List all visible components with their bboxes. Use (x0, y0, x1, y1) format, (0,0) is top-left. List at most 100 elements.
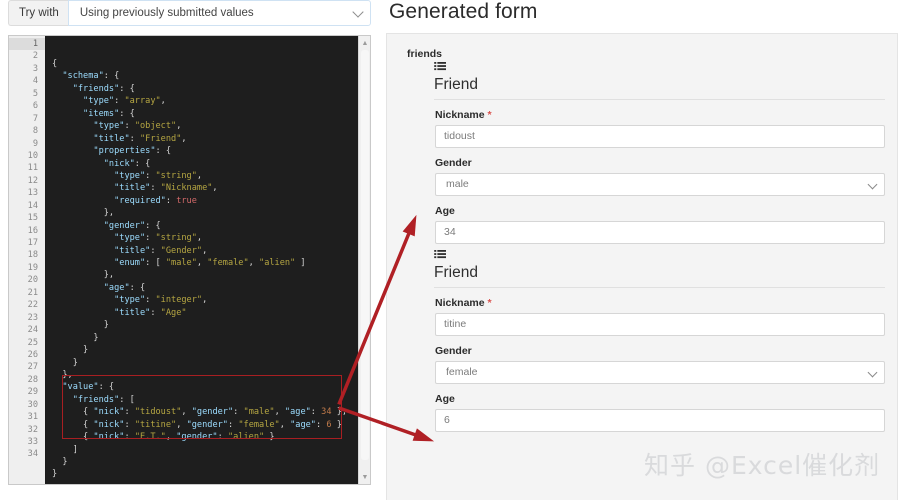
code-token: "title" (114, 307, 151, 318)
form-field: Nickname * tidoust (434, 109, 885, 148)
input-age-1[interactable]: 34 (435, 221, 885, 244)
code-token: , (212, 183, 218, 194)
code-token: "items" (83, 108, 120, 119)
select-gender-2[interactable]: female (435, 361, 885, 384)
scrollbar-thumb[interactable] (361, 50, 369, 460)
scroll-down-arrow-icon[interactable]: ▼ (359, 471, 370, 483)
gutter-line-number: 22 (27, 300, 38, 311)
gutter-line-number: 15 (27, 213, 38, 224)
form-card: friends Friend Nickname * tidoust Gender mal… (386, 33, 898, 500)
code-token: { (52, 432, 94, 443)
code-token: : (124, 419, 135, 430)
code-line: } (52, 468, 358, 480)
gutter-line-number: 30 (27, 399, 38, 410)
code-line: "enum": [ "male", "female", "alien" ] (52, 257, 358, 269)
gutter-line-number: 26 (27, 349, 38, 360)
code-token: : { (134, 158, 151, 169)
friend-item-header: Friend (434, 250, 885, 288)
code-token: } (52, 357, 78, 368)
input-nickname-1[interactable]: tidoust (435, 125, 885, 148)
field-label-age: Age (435, 205, 455, 217)
gutter-line-number: 5 (32, 88, 38, 99)
code-token: "enum" (114, 258, 146, 268)
gutter-line-number: 4 (32, 76, 38, 87)
code-line: "title": "Gender", (52, 245, 358, 257)
code-token: : (150, 245, 161, 256)
code-line: "title": "Age" (52, 307, 358, 319)
json-code-editor[interactable]: 1 2 3 4 5 6 7 8 9 10 11 12 13 14 15 16 17 18 19 20 21 22 23 24 2… (8, 35, 371, 485)
try-with-selected-value: Using previously submitted values (79, 7, 254, 19)
field-label-gender: Gender (435, 345, 472, 357)
code-token: : (165, 195, 177, 206)
form-field: Nickname * titine (434, 297, 885, 336)
code-token: "type" (114, 295, 146, 306)
code-token: : (310, 407, 322, 418)
code-token: "gender" (186, 419, 228, 430)
form-field: Gender female (434, 345, 885, 384)
code-token: "gender" (103, 220, 146, 231)
code-token: "alien" (259, 258, 296, 268)
code-line: "type": "string", (52, 170, 358, 182)
gutter-line-number: 34 (27, 449, 38, 460)
watermark: 知乎 @Excel催化剂 (644, 451, 881, 480)
code-token: { (52, 407, 94, 418)
code-token: "properties" (93, 146, 156, 157)
code-token: : { (145, 220, 161, 231)
code-token: "object" (134, 121, 177, 132)
code-token: } (331, 419, 342, 430)
form-field: Age 34 (434, 205, 885, 244)
gutter-line-number: 14 (27, 200, 38, 211)
form-field: Age 6 (434, 393, 885, 432)
code-line: "gender": { (52, 220, 358, 232)
code-token: "type" (114, 170, 146, 181)
code-line: "type": "object", (52, 120, 358, 132)
code-token: , (181, 133, 187, 144)
gutter-line-number: 18 (27, 250, 38, 261)
gutter-line-number: 13 (27, 188, 38, 199)
code-token: , (160, 96, 166, 107)
gutter-line-number: 20 (27, 275, 38, 286)
code-token: : { (98, 382, 115, 393)
code-token: , (274, 407, 285, 418)
gutter-line-number: 2 (32, 51, 38, 62)
friend-item: Friend Nickname * titine Gender female Age 6 (434, 250, 885, 432)
editor-vertical-scrollbar[interactable]: ▲ ▼ (358, 36, 370, 484)
code-line: } (52, 456, 358, 468)
code-line: "type": "array", (52, 95, 358, 107)
try-with-bar: Try with Using previously submitted valu… (8, 0, 371, 26)
code-token: "gender" (176, 432, 218, 443)
code-token: "integer" (155, 295, 203, 306)
code-line: "title": "Nickname", (52, 182, 358, 194)
code-token: : (124, 121, 135, 132)
gutter-line-number: 11 (27, 163, 38, 174)
friend-item: Friend Nickname * tidoust Gender male Age 34 (434, 62, 885, 244)
code-token: : (145, 170, 156, 181)
code-token: , (196, 233, 203, 244)
friend-item-title: Friend (434, 76, 478, 93)
gutter-line-number: 19 (27, 262, 38, 273)
gutter-line-number: 21 (27, 287, 38, 298)
input-age-2[interactable]: 6 (435, 409, 885, 432)
code-token: : { (155, 146, 172, 157)
code-token: "type" (83, 96, 115, 107)
scroll-up-arrow-icon[interactable]: ▲ (359, 37, 370, 49)
input-nickname-2[interactable]: titine (435, 313, 885, 336)
try-with-select[interactable]: Using previously submitted values (67, 0, 371, 26)
code-token: : (114, 96, 125, 107)
gutter-line-number: 10 (27, 150, 38, 161)
code-token: }, (331, 407, 348, 418)
code-token: true (176, 195, 197, 206)
code-line: "age": { (52, 282, 358, 294)
code-line: "type": "integer", (52, 294, 358, 306)
select-gender-1[interactable]: male (435, 173, 885, 196)
editor-code-area[interactable]: { "schema": { "friends": { "type": "arra… (46, 36, 358, 484)
code-token: "string" (155, 233, 197, 244)
select-wrapper: male (435, 173, 885, 196)
